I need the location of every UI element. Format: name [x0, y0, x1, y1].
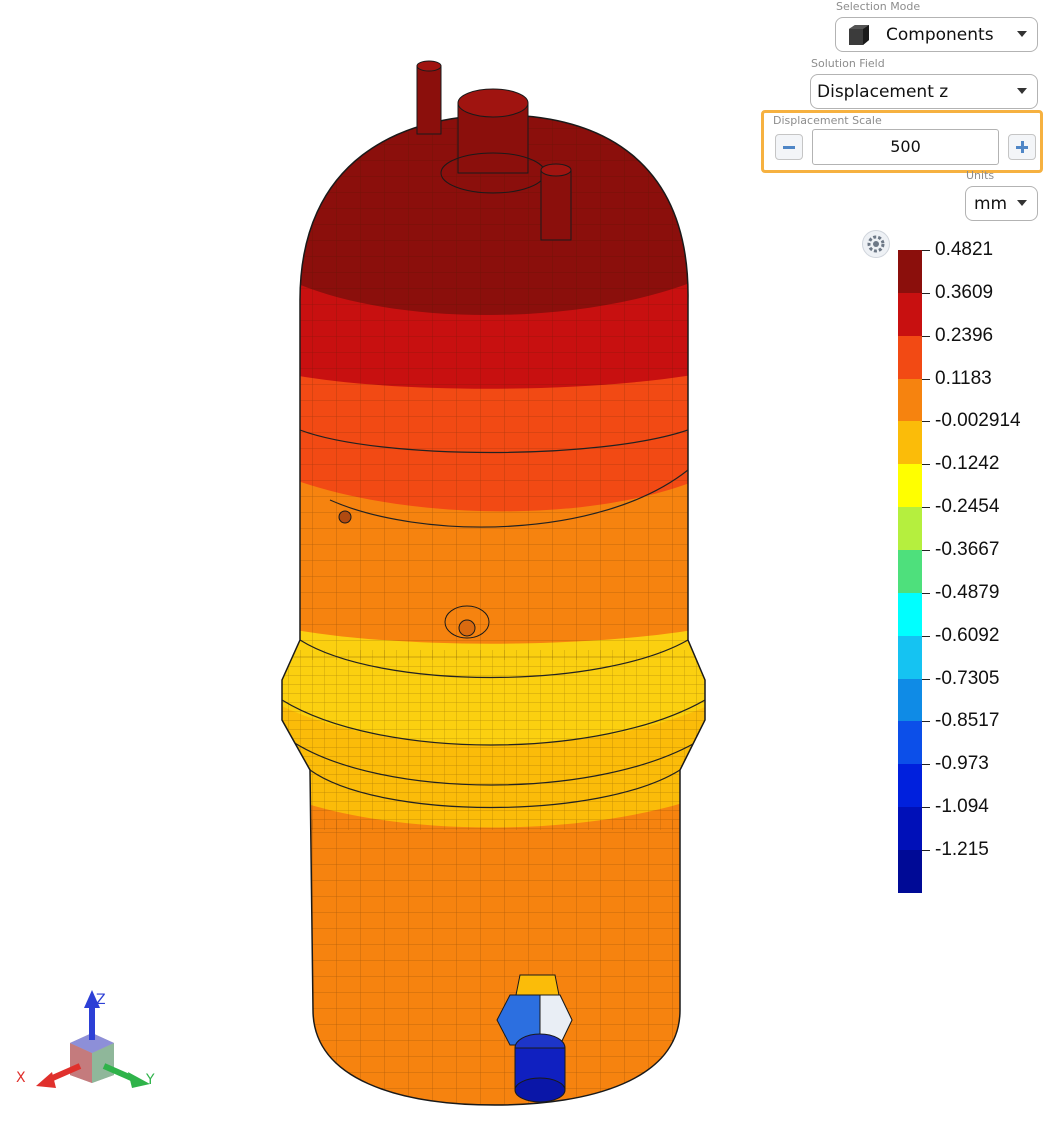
- scale-increase-button[interactable]: [1008, 134, 1036, 160]
- legend-color-2: [898, 335, 922, 380]
- axis-triad[interactable]: [36, 990, 150, 1088]
- legend-tick-label: -0.3667: [935, 538, 1000, 560]
- legend-color-12: [898, 764, 922, 808]
- displacement-scale-label: Displacement Scale: [773, 114, 882, 127]
- legend-tick-label: -0.6092: [935, 624, 1000, 646]
- units-label: Units: [966, 169, 995, 182]
- legend-tick-label: 0.4821: [935, 239, 994, 260]
- legend-tick-mark: [922, 849, 930, 851]
- legend-tick-mark: [922, 678, 930, 680]
- legend-tick-label: 0.2396: [935, 324, 994, 346]
- legend-color-9: [898, 635, 922, 679]
- legend-color-0: [898, 250, 922, 294]
- selection-mode-dropdown[interactable]: Components: [835, 17, 1038, 52]
- axis-y-label: Y: [145, 1072, 155, 1088]
- legend-color-13: [898, 807, 922, 851]
- legend-tick-label: -0.002914: [935, 410, 1021, 432]
- legend-tick-label: -0.7305: [935, 667, 1000, 689]
- displacement-scale-input[interactable]: 500: [812, 129, 999, 165]
- legend-tick-mark: [922, 335, 930, 337]
- chevron-down-icon: [1017, 88, 1027, 94]
- legend-color-11: [898, 721, 922, 765]
- legend-tick-label: -0.4879: [935, 581, 1000, 603]
- side-port: [338, 510, 352, 524]
- selection-mode-value: Components: [886, 24, 994, 45]
- legend-tick-label: -0.2454: [935, 496, 1000, 518]
- cube-icon: [849, 24, 869, 45]
- axis-x-label: X: [16, 1070, 26, 1086]
- legend-tick-label: -0.8517: [935, 710, 1000, 732]
- chevron-down-icon: [1017, 200, 1027, 206]
- legend-color-10: [898, 678, 922, 722]
- legend-tick-label: -1.215: [935, 838, 989, 860]
- legend-tick-mark: [922, 635, 930, 637]
- scale-decrease-button[interactable]: [775, 134, 803, 160]
- legend-tick-mark: [922, 421, 930, 423]
- legend-tick-mark: [922, 764, 930, 766]
- legend-color-1: [898, 292, 922, 337]
- legend-tick-label: 0.1183: [935, 367, 992, 389]
- legend-tick-mark: [922, 250, 930, 251]
- chevron-down-icon: [1017, 31, 1027, 37]
- solution-field-value: Displacement z: [817, 81, 949, 102]
- legend-tick-mark: [922, 592, 930, 594]
- units-dropdown[interactable]: mm: [965, 186, 1038, 221]
- legend-tick-label: -0.973: [935, 753, 989, 775]
- legend-tick-label: 0.3609: [935, 281, 994, 303]
- legend-color-8: [898, 592, 922, 637]
- legend-tick-mark: [922, 507, 930, 509]
- legend-color-3: [898, 378, 922, 422]
- legend-color-7: [898, 549, 922, 594]
- legend-color-14: [898, 849, 922, 894]
- solution-field-dropdown[interactable]: Displacement z: [810, 74, 1038, 109]
- legend-tick-mark: [922, 464, 930, 466]
- legend-tick-mark: [922, 549, 930, 551]
- legend-tick-label: -1.094: [935, 796, 989, 818]
- legend-tick-mark: [922, 292, 930, 294]
- pressure-vessel-model: [282, 115, 705, 1105]
- legend-tick-label: -0.1242: [935, 453, 1000, 475]
- legend-tick-mark: [922, 721, 930, 723]
- gear-icon[interactable]: [862, 230, 890, 258]
- minus-icon: [783, 146, 795, 149]
- legend-color-5: [898, 464, 922, 508]
- axis-z-label: Z: [96, 992, 106, 1008]
- selection-mode-label: Selection Mode: [836, 0, 921, 13]
- units-value: mm: [974, 193, 1008, 214]
- legend-tick-mark: [922, 378, 930, 380]
- legend-color-4: [898, 421, 922, 465]
- legend-color-6: [898, 507, 922, 551]
- legend-tick-mark: [922, 807, 930, 809]
- solution-field-label: Solution Field: [811, 57, 885, 70]
